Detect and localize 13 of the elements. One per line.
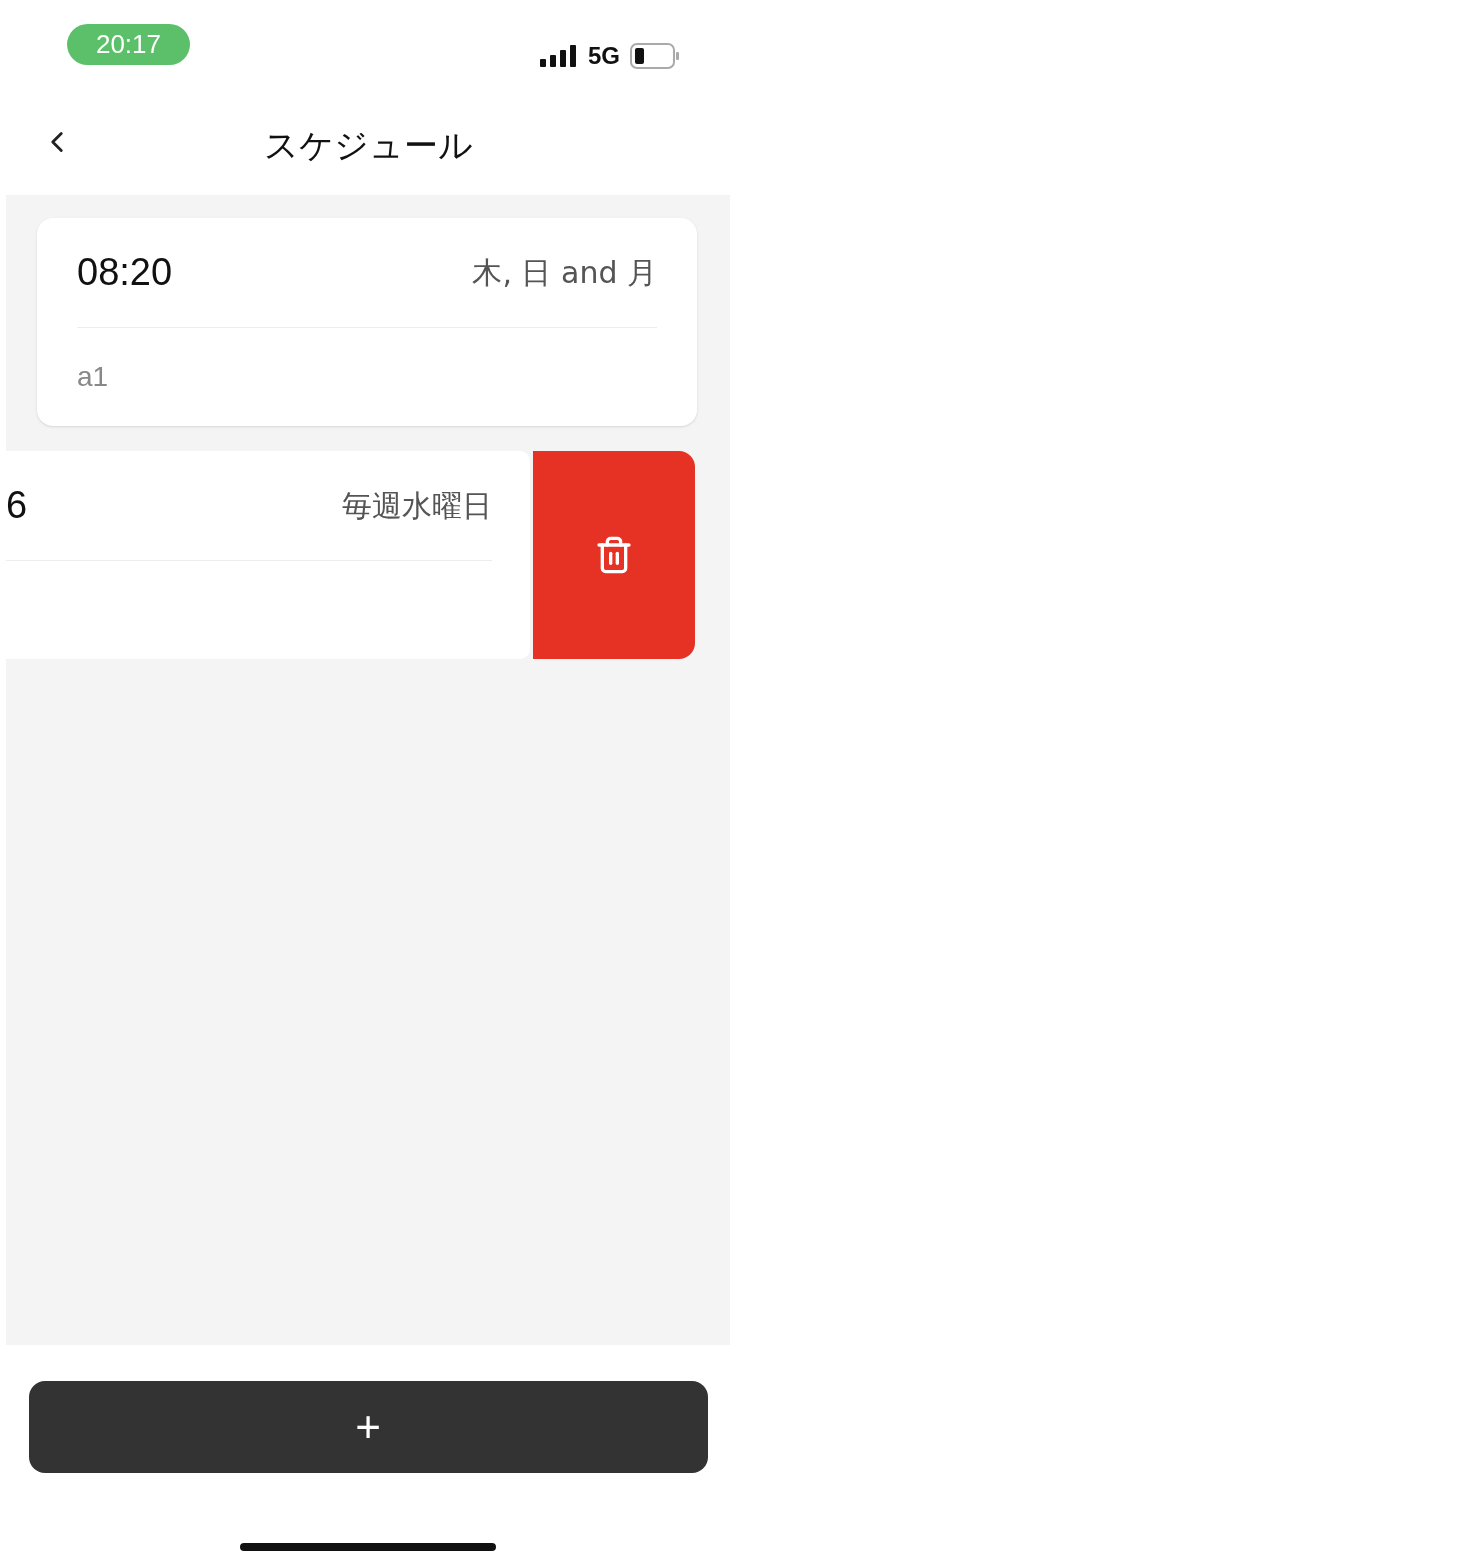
page-title: スケジュール [263, 123, 473, 167]
signal-icon [540, 45, 578, 67]
schedule-card[interactable]: 08:20 木, 日 and 月 a1 [37, 218, 697, 426]
schedule-days: 毎週水曜日 [342, 483, 492, 528]
battery-icon [630, 43, 680, 69]
schedule-card[interactable]: 6 毎週水曜日 [6, 451, 530, 659]
schedule-days: 木, 日 and 月 [472, 250, 657, 295]
schedule-time: 6 [6, 483, 28, 528]
status-time: 20:17 [67, 24, 190, 65]
network-label: 5G [588, 41, 620, 71]
schedule-time: 08:20 [77, 250, 173, 295]
schedule-name: a1 [77, 359, 109, 394]
add-button[interactable]: + [28, 1381, 708, 1473]
